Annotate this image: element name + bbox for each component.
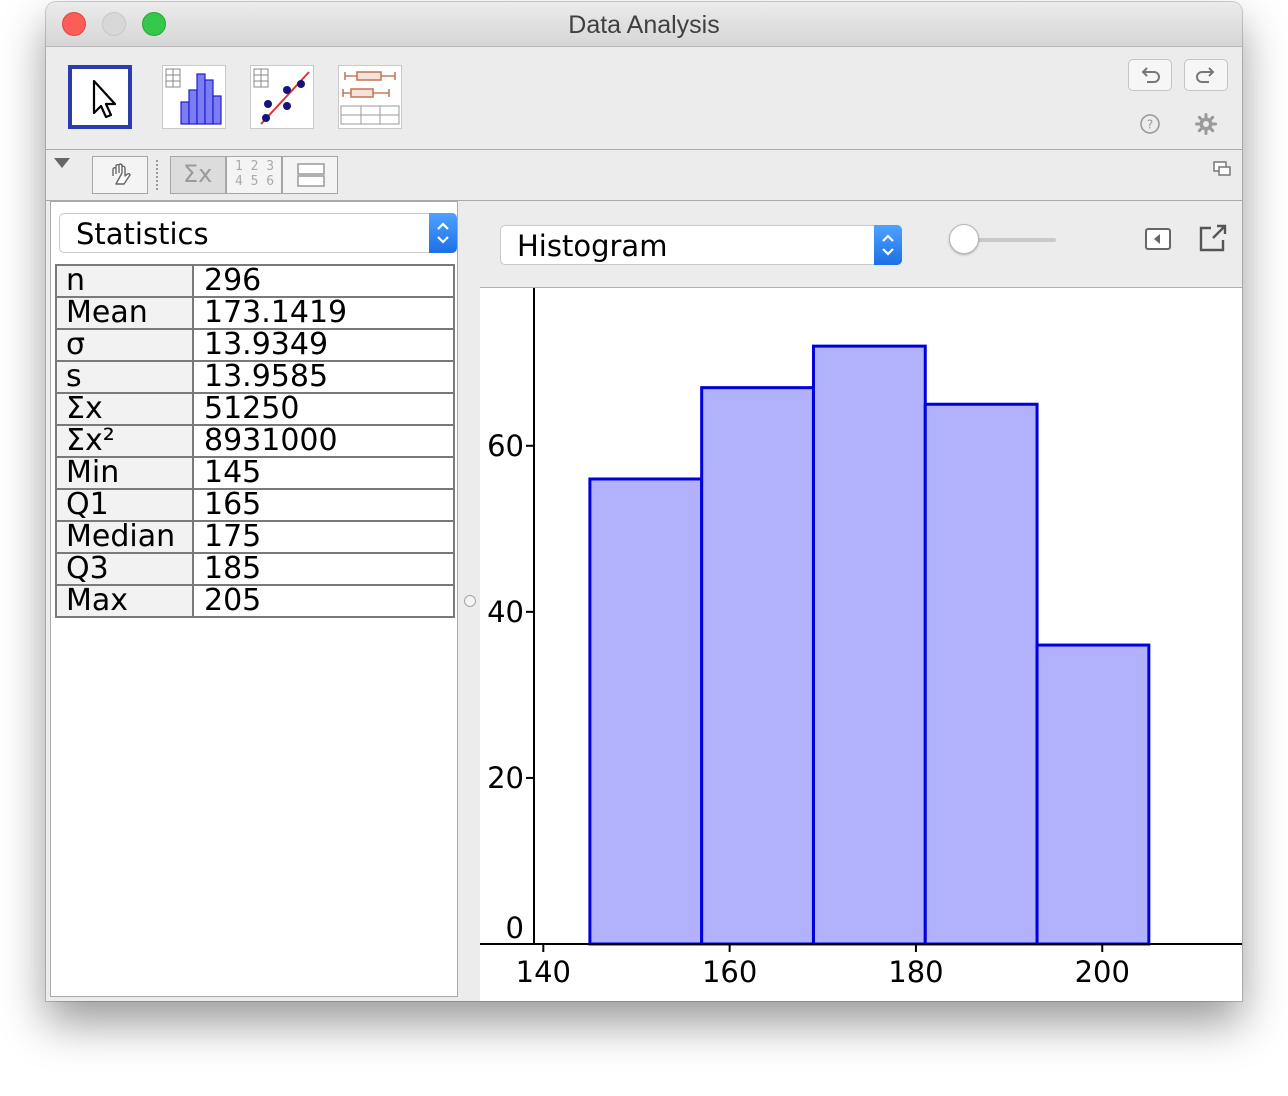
statistics-row: s 13.9585 [55,360,455,394]
data-analysis-window: Data Analysis ? Σx 1 2 3 4 5 6 Statistic… [46,2,1242,1001]
statistics-row: Mean 173.1419 [55,296,455,330]
histogram-bar [588,477,704,946]
main-toolbar: ? [46,47,1242,150]
select-chevron-icon [429,213,457,253]
x-tick-label: 200 [1075,955,1130,989]
x-tick-label: 180 [888,955,943,989]
x-tick-label: 160 [702,955,757,989]
statistic-name: n [55,264,194,298]
statistic-name: σ [55,328,194,362]
histogram-bar [811,344,927,946]
x-tick-label: 140 [516,955,571,989]
statistic-name: Σx² [55,424,194,458]
statistics-row: Q1 165 [55,488,455,522]
title-bar: Data Analysis [46,2,1242,47]
statistics-row: Σx² 8931000 [55,424,455,458]
triangle-down-icon[interactable] [52,156,72,170]
statistic-value: 205 [192,584,455,618]
histogram-bar [923,402,1039,946]
svg-text:?: ? [1147,118,1153,132]
number-grid-icon: 1 2 3 4 5 6 [235,159,275,189]
statistic-value: 165 [192,488,455,522]
bin-width-slider-knob[interactable] [949,224,979,254]
y-tick-label: 60 [487,429,524,463]
y-tick-label: 0 [506,911,524,945]
boxplot-table-icon [340,71,400,125]
redo-button[interactable] [1184,59,1228,91]
histogram-chart: 140 160 180 200 0 20 40 60 [480,288,1242,989]
statistic-name: Median [55,520,194,554]
statistic-name: Q3 [55,552,194,586]
help-icon[interactable]: ? [1138,112,1162,136]
y-tick-label: 40 [487,595,524,629]
undo-icon [1141,67,1160,83]
view-toolbar: Σx 1 2 3 4 5 6 [46,150,1242,201]
statistic-name: s [55,360,194,394]
statistic-value: 175 [192,520,455,554]
multiple-variable-analysis-button[interactable] [338,65,402,129]
chart-type-select-label: Histogram [517,229,668,263]
statistics-toggle-button[interactable]: Σx [170,156,226,194]
statistic-value: 173.1419 [192,296,455,330]
statistic-name: Σx [55,392,194,426]
statistics-select-label: Statistics [76,217,209,251]
move-tool-button[interactable] [68,65,132,129]
split-panel-icon [297,163,325,187]
panel-divider-handle[interactable] [464,595,476,607]
toolbar-separator [156,160,160,190]
statistic-name: Q1 [55,488,194,522]
y-tick-label: 20 [487,761,524,795]
window-title: Data Analysis [568,11,720,39]
statistic-value: 296 [192,264,455,298]
scatter-regression-icon [253,68,310,125]
statistic-name: Max [55,584,194,618]
statistic-value: 13.9585 [192,360,455,394]
histogram-bar [1035,643,1151,946]
histogram-table-icon [165,68,222,125]
statistics-row: n 296 [55,264,455,298]
two-variable-regression-button[interactable] [250,65,314,129]
restore-window-icon[interactable] [1212,160,1232,178]
split-view-button[interactable] [282,156,338,194]
statistics-row: Σx 51250 [55,392,455,426]
statistic-value: 145 [192,456,455,490]
histogram-bar [700,386,815,946]
one-variable-analysis-button[interactable] [162,65,226,129]
hand-icon [112,163,131,185]
statistics-select[interactable]: Statistics [59,213,457,253]
statistics-row: Max 205 [55,584,455,618]
statistic-value: 8931000 [192,424,455,458]
redo-icon [1196,67,1215,83]
sigma-x-icon: Σx [183,160,213,188]
statistics-row: Min 145 [55,456,455,490]
statistic-name: Min [55,456,194,490]
statistics-panel: Statistics n 296 Mean 173.1419 σ 13.9349 s 13.9… [50,201,458,997]
statistics-row: Q3 185 [55,552,455,586]
export-window-icon[interactable] [1197,222,1229,254]
statistics-row: σ 13.9349 [55,328,455,362]
gear-icon[interactable] [1194,112,1218,136]
statistic-name: Mean [55,296,194,330]
panel-collapse-icon[interactable] [1143,225,1173,255]
statistic-value: 51250 [192,392,455,426]
data-table-toggle-button[interactable]: 1 2 3 4 5 6 [226,156,282,194]
statistic-value: 185 [192,552,455,586]
chart-type-select[interactable]: Histogram [500,225,902,265]
statistics-table: n 296 Mean 173.1419 σ 13.9349 s 13.9585 Σx 51250 Σ… [55,264,455,618]
drag-hand-button[interactable] [92,156,148,194]
cursor-arrow-icon [92,79,117,119]
histogram-plot-area: 140 160 180 200 0 20 40 60 [480,287,1242,1001]
statistic-value: 13.9349 [192,328,455,362]
undo-button[interactable] [1128,59,1172,91]
statistics-row: Median 175 [55,520,455,554]
chart-select-chevron-icon [874,225,902,265]
